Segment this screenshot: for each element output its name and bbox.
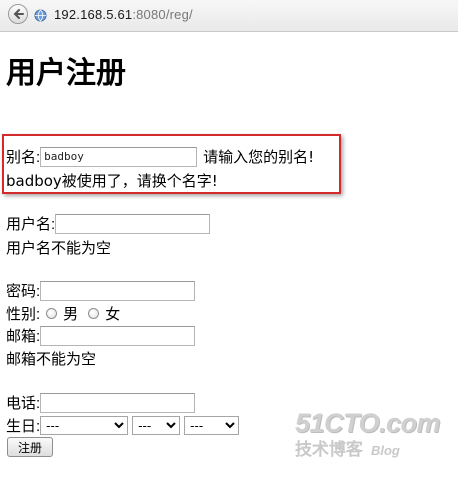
phone-row: 电话: <box>6 392 196 413</box>
gender-label: 性别: <box>6 306 41 323</box>
email-error: 邮箱不能为空 <box>6 350 97 368</box>
email-input[interactable] <box>40 325 196 346</box>
gender-row: 性别: 男 女 <box>6 303 120 324</box>
back-button[interactable] <box>8 4 28 24</box>
alias-label: 别名: <box>6 149 41 166</box>
username-error: 用户名不能为空 <box>6 239 112 257</box>
url-field[interactable]: 192.168.5.61:8080/reg/ <box>54 7 193 22</box>
arrow-left-icon <box>13 9 24 19</box>
password-row: 密码: <box>6 280 196 301</box>
page-title: 用户注册 <box>6 57 126 90</box>
username-row: 用户名: <box>6 213 211 234</box>
watermark-blog: Blog <box>370 443 400 458</box>
watermark-logo: 51CTO.com 技术博客 Blog <box>294 408 441 460</box>
birthday-year-select[interactable]: --- <box>40 416 129 435</box>
alias-hint: 请输入您的别名! <box>203 148 315 166</box>
birthday-label: 生日: <box>6 418 41 435</box>
address-bar: 192.168.5.61:8080/reg/ <box>0 0 458 32</box>
phone-label: 电话: <box>6 395 41 412</box>
globe-icon <box>34 9 47 22</box>
alias-error: badboy被使用了，请换个名字! <box>6 172 218 190</box>
email-row: 邮箱: <box>6 325 196 346</box>
gender-female-label: 女 <box>105 305 121 323</box>
username-label: 用户名: <box>6 216 56 233</box>
phone-input[interactable] <box>40 392 196 413</box>
birthday-month-select[interactable]: --- <box>132 416 181 435</box>
gender-female-radio[interactable] <box>88 308 100 319</box>
url-host: 192.168.5.61 <box>54 7 133 22</box>
url-path: :8080/reg/ <box>132 7 193 22</box>
birthday-row: 生日: --- --- --- <box>6 415 240 436</box>
username-input[interactable] <box>55 213 211 234</box>
password-input[interactable] <box>40 280 196 301</box>
alias-input[interactable] <box>40 146 198 167</box>
watermark-subtext-cn: 技术博客 <box>294 440 363 459</box>
gender-male-label: 男 <box>63 305 79 323</box>
alias-row: 别名: 请输入您的别名! <box>6 146 314 167</box>
password-label: 密码: <box>6 283 41 300</box>
birthday-day-select[interactable]: --- <box>184 416 240 435</box>
register-button[interactable]: 注册 <box>7 437 53 457</box>
email-label: 邮箱: <box>6 328 41 345</box>
gender-male-radio[interactable] <box>46 308 58 319</box>
